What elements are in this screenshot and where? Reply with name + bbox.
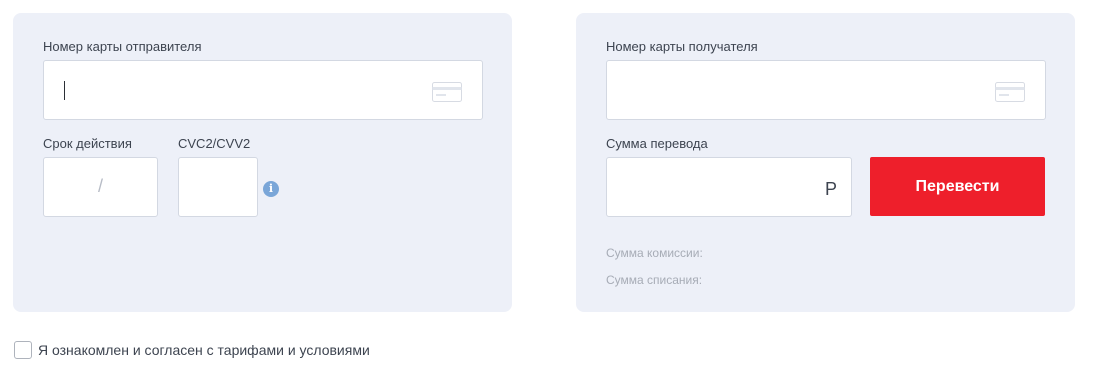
commission-label: Сумма комиссии: bbox=[606, 246, 703, 260]
debit-label: Сумма списания: bbox=[606, 273, 703, 287]
info-icon[interactable]: i bbox=[263, 181, 279, 197]
recipient-card-input[interactable] bbox=[606, 60, 1046, 120]
recipient-card-label: Номер карты получателя bbox=[606, 39, 758, 54]
card-icon bbox=[432, 82, 462, 102]
agreement-checkbox[interactable] bbox=[14, 341, 32, 359]
expiry-input[interactable]: / bbox=[43, 157, 158, 217]
currency-symbol: Р bbox=[824, 179, 837, 199]
cvc-label: CVC2/CVV2 bbox=[178, 136, 251, 151]
card-icon bbox=[995, 82, 1025, 102]
sender-card-label: Номер карты отправителя bbox=[43, 39, 202, 54]
expiry-separator: / bbox=[97, 176, 103, 196]
amount-label: Сумма перевода bbox=[606, 136, 708, 151]
agreement-label[interactable]: Я ознакомлен и согласен с тарифами и усл… bbox=[38, 342, 370, 358]
sender-card-input[interactable] bbox=[43, 60, 483, 120]
amount-input[interactable]: Р bbox=[606, 157, 852, 217]
text-caret bbox=[64, 81, 65, 100]
transfer-button[interactable]: Перевести bbox=[870, 157, 1045, 216]
expiry-label: Срок действия bbox=[43, 136, 132, 151]
cvc-input[interactable] bbox=[178, 157, 258, 217]
agreement-row: Я ознакомлен и согласен с тарифами и усл… bbox=[14, 341, 370, 359]
